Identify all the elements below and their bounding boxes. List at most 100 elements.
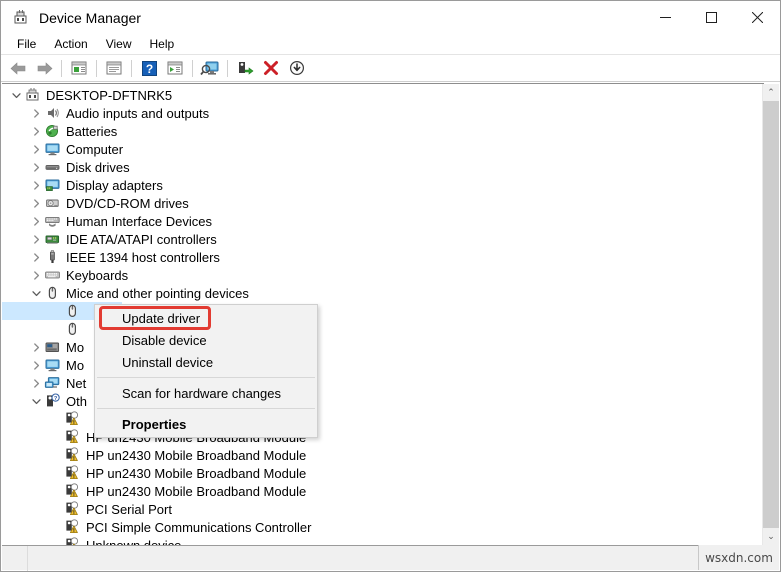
scrollbar-thumb[interactable] xyxy=(763,101,779,529)
ctx-properties[interactable]: Properties xyxy=(95,413,317,435)
chevron-right-icon[interactable] xyxy=(28,231,44,247)
chevron-right-icon[interactable] xyxy=(28,105,44,121)
mouse-icon xyxy=(68,322,77,336)
back-arrow-icon xyxy=(10,61,25,75)
tree-row[interactable]: IDE ATA/ATAPI controllers xyxy=(2,230,747,248)
mouse-icon xyxy=(64,303,81,319)
mouse-icon xyxy=(68,304,77,318)
chevron-right-icon[interactable] xyxy=(28,249,44,265)
chevron-right-icon[interactable] xyxy=(28,177,44,193)
tree-row-label: DESKTOP-DFTNRK5 xyxy=(46,87,173,103)
maximize-button[interactable] xyxy=(688,1,734,34)
chevron-right-icon[interactable] xyxy=(28,375,44,391)
tree-row[interactable]: HP un2430 Mobile Broadband Module xyxy=(2,446,747,464)
warning-device-icon xyxy=(64,519,81,535)
menu-action[interactable]: Action xyxy=(45,35,96,53)
vertical-scrollbar[interactable]: ⌃ ⌄ xyxy=(762,84,779,545)
tree-row-label: IDE ATA/ATAPI controllers xyxy=(66,231,217,247)
menu-bar: File Action View Help xyxy=(1,34,780,55)
speaker-icon xyxy=(44,105,61,121)
tree-row[interactable]: Unknown device xyxy=(2,536,747,545)
minimize-button[interactable] xyxy=(642,1,688,34)
monitor-icon xyxy=(45,359,60,372)
tree-row[interactable]: Display adapters xyxy=(2,176,747,194)
close-button[interactable] xyxy=(734,1,780,34)
tree-row[interactable]: Batteries xyxy=(2,122,747,140)
update-driver-button[interactable] xyxy=(233,57,257,80)
warning-device-icon xyxy=(64,501,81,517)
help-button[interactable]: ? xyxy=(137,57,161,80)
ieee1394-icon xyxy=(44,249,61,265)
ctx-update-driver[interactable]: Update driver xyxy=(95,307,317,329)
chevron-right-icon[interactable] xyxy=(28,357,44,373)
uninstall-device-button[interactable] xyxy=(259,57,283,80)
device-context-menu[interactable]: Update driver Disable device Uninstall dev… xyxy=(94,304,318,438)
chevron-right-icon[interactable] xyxy=(28,213,44,229)
warning-device-icon xyxy=(64,429,81,445)
warning-device-icon xyxy=(66,429,79,443)
other-devices-icon: ? xyxy=(47,393,60,407)
context-menu-separator xyxy=(97,377,315,378)
menu-view[interactable]: View xyxy=(97,35,141,53)
warning-device-icon xyxy=(64,447,81,463)
tree-row[interactable]: Mice and other pointing devices xyxy=(2,284,747,302)
chevron-right-icon[interactable] xyxy=(28,141,44,157)
tree-row[interactable]: PCI Simple Communications Controller xyxy=(2,518,747,536)
mouse-icon xyxy=(48,286,57,300)
tree-row[interactable]: DESKTOP-DFTNRK5 xyxy=(2,86,747,104)
tree-row[interactable]: Audio inputs and outputs xyxy=(2,104,747,122)
properties-button[interactable] xyxy=(102,57,126,80)
chevron-down-icon[interactable] xyxy=(8,87,24,103)
tree-row[interactable]: DVD/CD-ROM drives xyxy=(2,194,747,212)
chevron-right-icon[interactable] xyxy=(28,339,44,355)
disk-drive-icon xyxy=(45,164,60,170)
chevron-right-icon[interactable] xyxy=(28,123,44,139)
back-button[interactable] xyxy=(6,57,30,80)
tree-row[interactable]: Disk drives xyxy=(2,158,747,176)
scan-for-hardware-changes-button[interactable] xyxy=(198,57,222,80)
tree-row-label: Audio inputs and outputs xyxy=(66,105,210,121)
window-title: Device Manager xyxy=(39,9,141,26)
chevron-down-icon[interactable] xyxy=(28,285,44,301)
ctx-disable-device[interactable]: Disable device xyxy=(95,329,317,351)
ctx-scan-for-hardware-changes[interactable]: Scan for hardware changes xyxy=(95,382,317,404)
forward-button[interactable] xyxy=(32,57,56,80)
tree-row[interactable]: HP un2430 Mobile Broadband Module xyxy=(2,464,747,482)
ieee1394-icon xyxy=(50,250,55,263)
scroll-down-button[interactable]: ⌄ xyxy=(763,528,779,545)
tree-row-label: HP un2430 Mobile Broadband Module xyxy=(86,447,307,463)
show-hide-action-pane-button[interactable] xyxy=(163,57,187,80)
tree-row[interactable]: HP un2430 Mobile Broadband Module xyxy=(2,482,747,500)
disable-device-button[interactable] xyxy=(285,57,309,80)
warning-device-icon xyxy=(66,519,79,533)
action-pane-icon xyxy=(167,61,183,75)
tree-row[interactable]: Computer xyxy=(2,140,747,158)
show-hide-console-tree-button[interactable] xyxy=(67,57,91,80)
warning-device-icon xyxy=(66,447,79,461)
help-question-icon: ? xyxy=(141,60,157,76)
scan-monitor-icon xyxy=(200,61,219,75)
ide-controller-icon xyxy=(45,235,60,244)
disable-arrow-down-icon xyxy=(289,60,305,76)
tree-row-label: Display adapters xyxy=(66,177,163,193)
chevron-down-icon[interactable] xyxy=(28,393,44,409)
chevron-right-icon[interactable] xyxy=(28,267,44,283)
ctx-uninstall-device[interactable]: Uninstall device xyxy=(95,351,317,373)
tree-row[interactable]: Human Interface Devices xyxy=(2,212,747,230)
tree-row[interactable]: Keyboards xyxy=(2,266,747,284)
tree-row[interactable]: IEEE 1394 host controllers xyxy=(2,248,747,266)
tree-row[interactable]: PCI Serial Port xyxy=(2,500,747,518)
scroll-up-button[interactable]: ⌃ xyxy=(763,84,779,101)
menu-help[interactable]: Help xyxy=(141,35,184,53)
other-devices-icon: ? xyxy=(44,393,61,409)
chevron-right-icon[interactable] xyxy=(28,195,44,211)
menu-file[interactable]: File xyxy=(8,35,45,53)
chevron-right-icon[interactable] xyxy=(28,159,44,175)
title-bar: Device Manager xyxy=(1,1,780,34)
toolbar-separator-2 xyxy=(96,59,97,77)
tree-row-label: Net xyxy=(66,375,87,391)
